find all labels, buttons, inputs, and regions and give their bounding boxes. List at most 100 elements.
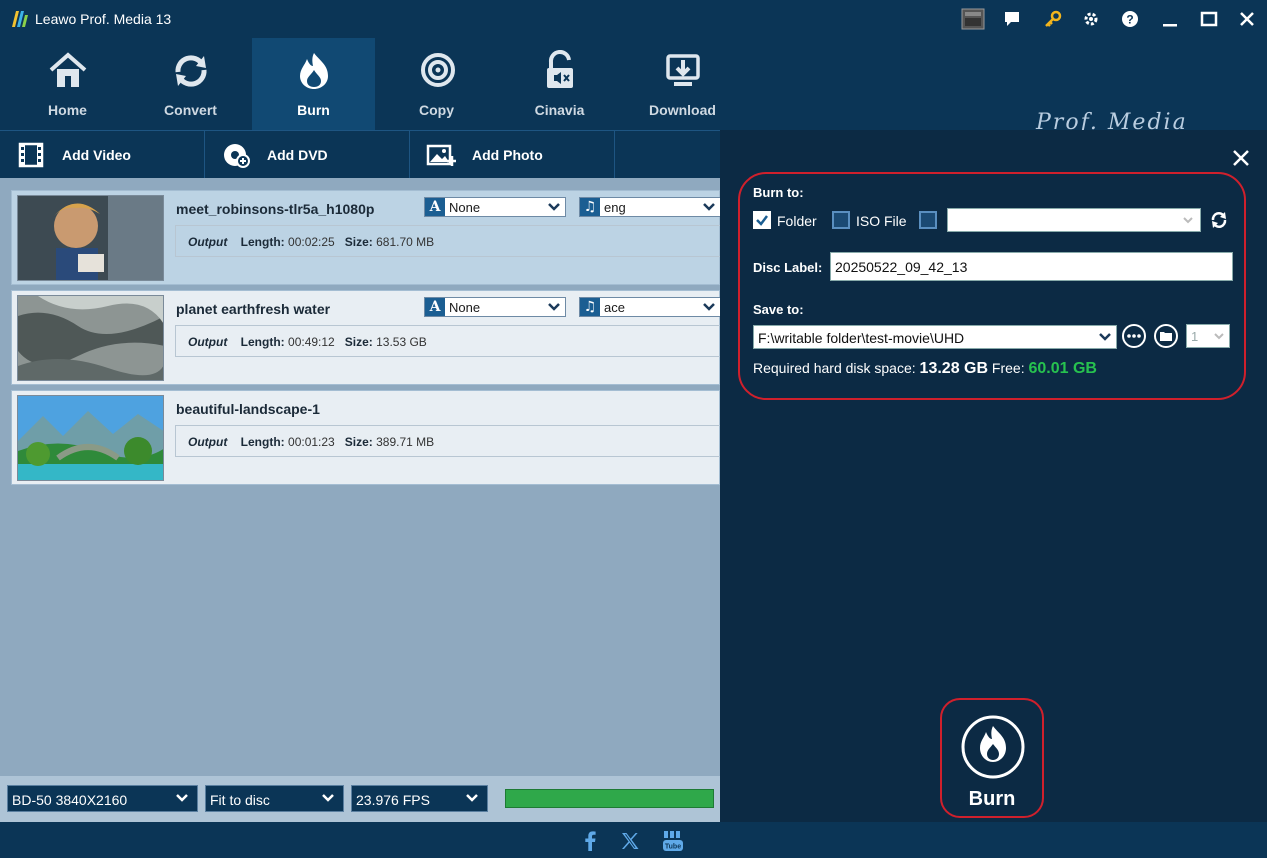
convert-icon — [175, 55, 207, 87]
size-label: Size: — [344, 335, 373, 349]
disc-label-label: Disc Label: — [753, 260, 823, 275]
folder-label: Folder — [777, 213, 817, 229]
length-value: 00:02:25 — [288, 235, 335, 249]
browse-more-button[interactable] — [1122, 324, 1146, 348]
footer: Tube — [0, 822, 1267, 858]
close-panel-icon[interactable] — [1231, 148, 1251, 168]
audio-select[interactable]: ♫ eng — [579, 197, 721, 217]
copies-select[interactable]: 1 — [1186, 324, 1230, 348]
disc-copy-icon — [421, 53, 455, 87]
size-label: Size: — [344, 235, 373, 249]
free-space-value: 60.01 GB — [1028, 360, 1097, 377]
folder-checkbox[interactable] — [753, 211, 771, 229]
drive-checkbox[interactable] — [919, 211, 937, 229]
length-label: Length: — [240, 435, 285, 449]
add-dvd-button[interactable]: Add DVD — [205, 131, 410, 179]
length-value: 00:49:12 — [288, 335, 335, 349]
add-video-label: Add Video — [62, 147, 131, 163]
size-value: 681.70 MB — [376, 235, 435, 249]
subtitle-value: None — [449, 199, 481, 215]
gear-icon[interactable] — [1078, 6, 1104, 32]
add-video-button[interactable]: Add Video — [0, 131, 205, 179]
chevron-down-icon — [1099, 333, 1111, 341]
video-row[interactable]: beautiful-landscape-1 Output Length: 00:… — [11, 390, 721, 485]
fps-select[interactable]: 23.976 FPS — [351, 785, 488, 812]
fit-value: Fit to disc — [210, 792, 270, 808]
drive-select[interactable] — [947, 208, 1201, 232]
iso-file-checkbox[interactable] — [832, 211, 850, 229]
size-label: Size: — [344, 435, 373, 449]
video-list: meet_robinsons-tlr5a_h1080p A None ♫ eng… — [0, 178, 721, 776]
facebook-icon[interactable] — [579, 830, 601, 852]
x-twitter-icon[interactable] — [619, 830, 641, 852]
video-title: meet_robinsons-tlr5a_h1080p — [176, 201, 375, 217]
checkmark-icon — [756, 215, 768, 226]
amd-icon[interactable] — [960, 6, 986, 32]
iso-file-label: ISO File — [856, 213, 907, 229]
home-icon — [49, 52, 87, 87]
audio-value: ace — [604, 299, 625, 315]
chevron-down-icon — [703, 203, 715, 211]
help-icon[interactable]: ? — [1117, 6, 1143, 32]
youtube-icon[interactable]: Tube — [662, 830, 684, 852]
subtitle-icon: A — [425, 198, 445, 216]
close-window-icon[interactable] — [1234, 6, 1260, 32]
nav-download[interactable]: Download — [621, 38, 744, 130]
feedback-icon[interactable] — [999, 6, 1025, 32]
nav-home-label: Home — [48, 102, 87, 118]
free-space-label: Free: — [991, 360, 1025, 376]
film-icon — [18, 142, 44, 168]
add-photo-label: Add Photo — [472, 147, 543, 163]
nav-home[interactable]: Home — [6, 38, 129, 130]
video-title: beautiful-landscape-1 — [176, 401, 320, 417]
video-info: Output Length: 00:02:25 Size: 681.70 MB — [175, 225, 721, 257]
disc-type-select[interactable]: BD-50 3840X2160 — [7, 785, 198, 812]
unlock-sound-icon — [547, 50, 573, 88]
subtitle-icon: A — [425, 298, 445, 316]
video-title: planet earthfresh water — [176, 301, 331, 317]
minimize-icon[interactable] — [1157, 6, 1183, 32]
disc-label-input[interactable] — [830, 252, 1233, 281]
length-value: 00:01:23 — [288, 435, 335, 449]
video-thumbnail — [17, 395, 164, 481]
copies-value: 1 — [1191, 329, 1199, 344]
app-logo-icon — [12, 11, 28, 27]
video-info: Output Length: 00:01:23 Size: 389.71 MB — [175, 425, 721, 457]
refresh-icon[interactable] — [1209, 210, 1229, 230]
save-to-value: F:\writable folder\test-movie\UHD — [758, 330, 965, 346]
burn-button[interactable]: Burn — [940, 698, 1044, 818]
output-label: Output — [188, 335, 228, 349]
subtitle-select[interactable]: A None — [424, 197, 566, 217]
audio-value: eng — [604, 199, 626, 215]
nav-copy-label: Copy — [419, 102, 454, 118]
add-photo-button[interactable]: Add Photo — [410, 131, 615, 179]
output-label: Output — [188, 235, 228, 249]
video-info: Output Length: 00:49:12 Size: 13.53 GB — [175, 325, 721, 357]
open-folder-button[interactable] — [1154, 324, 1178, 348]
save-to-select[interactable]: F:\writable folder\test-movie\UHD — [753, 325, 1117, 349]
more-dots-icon — [1127, 334, 1141, 338]
video-thumbnail — [17, 195, 164, 281]
disc-type-value: BD-50 3840X2160 — [12, 792, 128, 808]
nav-burn[interactable]: Burn — [252, 38, 375, 130]
output-label: Output — [188, 435, 228, 449]
required-space-label: Required hard disk space: — [753, 360, 916, 376]
video-row[interactable]: meet_robinsons-tlr5a_h1080p A None ♫ eng… — [11, 190, 721, 285]
fps-value: 23.976 FPS — [356, 792, 430, 808]
maximize-icon[interactable] — [1196, 6, 1222, 32]
subtitle-select[interactable]: A None — [424, 297, 566, 317]
nav-cinavia[interactable]: Cinavia — [498, 38, 621, 130]
chevron-down-icon — [1183, 217, 1193, 224]
toolbar: Add Video Add DVD Add Photo — [0, 130, 720, 179]
burn-button-label: Burn — [968, 788, 1016, 810]
audio-icon: ♫ — [580, 298, 600, 316]
fit-select[interactable]: Fit to disc — [205, 785, 344, 812]
main-nav: Home Convert Burn Copy Cinavia Download … — [0, 38, 1267, 153]
audio-icon: ♫ — [580, 198, 600, 216]
nav-convert[interactable]: Convert — [129, 38, 252, 130]
disc-usage-bar — [505, 789, 714, 808]
audio-select[interactable]: ♫ ace — [579, 297, 721, 317]
video-row[interactable]: planet earthfresh water A None ♫ ace Out… — [11, 290, 721, 385]
nav-copy[interactable]: Copy — [375, 38, 498, 130]
key-icon[interactable] — [1040, 6, 1066, 32]
